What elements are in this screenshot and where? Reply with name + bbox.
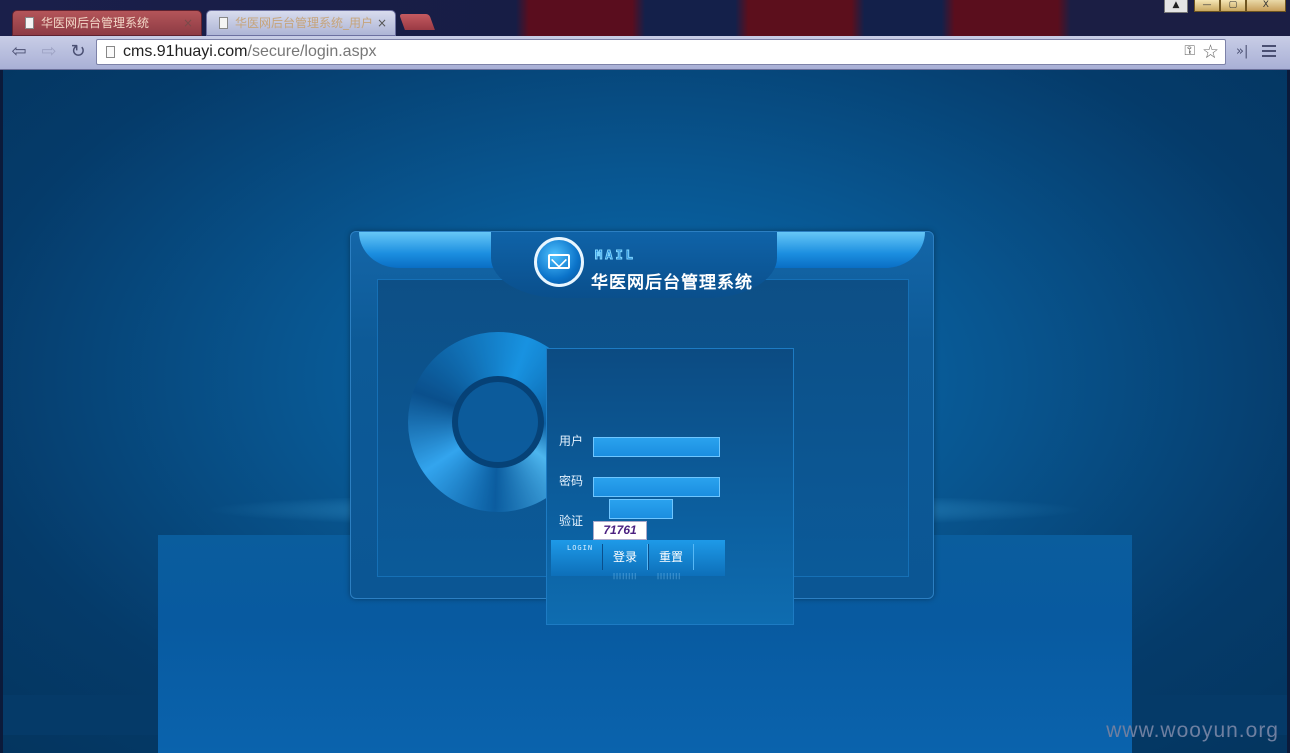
user-profile-button[interactable]: ▲ bbox=[1164, 0, 1188, 13]
password-input[interactable] bbox=[593, 477, 720, 497]
bookmark-star-icon[interactable]: ☆ bbox=[1202, 40, 1219, 64]
key-icon[interactable]: ⚿ bbox=[1184, 43, 1195, 59]
password-label: 密码 bbox=[559, 474, 584, 488]
extensions-chevron-icon[interactable]: »| bbox=[1236, 44, 1248, 59]
mail-logo-text: MAIL bbox=[595, 248, 636, 263]
system-title: 华医网后台管理系统 bbox=[591, 273, 753, 293]
back-arrow-icon[interactable]: ⇦ bbox=[8, 41, 30, 63]
close-icon[interactable]: × bbox=[377, 11, 387, 35]
reset-button[interactable]: 重置 bbox=[648, 544, 694, 570]
new-tab-button[interactable] bbox=[399, 14, 435, 30]
button-decoration: |||||||| bbox=[657, 573, 682, 580]
tab-inactive[interactable]: 华医网后台管理系统 × bbox=[12, 10, 202, 36]
page-icon bbox=[219, 17, 228, 29]
mail-envelope-icon bbox=[534, 237, 584, 287]
tab-label: 华医网后台管理系统 bbox=[41, 16, 150, 30]
window-titlebar: 华医网后台管理系统 × 华医网后台管理系统_用户 × ▲ — ▢ X bbox=[0, 0, 1290, 36]
username-input[interactable] bbox=[593, 437, 720, 457]
button-decoration: |||||||| bbox=[613, 573, 638, 580]
tab-label: 华医网后台管理系统_用户 bbox=[235, 16, 374, 30]
captcha-image[interactable]: 71761 bbox=[593, 521, 647, 540]
watermark: www.wooyun.org bbox=[1106, 719, 1279, 742]
window-close-button[interactable]: X bbox=[1245, 0, 1286, 12]
menu-icon[interactable] bbox=[1262, 45, 1276, 59]
url-host: cms.91huayi.com bbox=[123, 43, 248, 60]
url-text[interactable]: cms.91huayi.com/secure/login.aspx bbox=[123, 40, 376, 64]
login-button[interactable]: 登录 bbox=[602, 544, 648, 570]
username-label: 用户 bbox=[559, 434, 584, 448]
page-icon bbox=[25, 17, 34, 29]
close-icon[interactable]: × bbox=[183, 11, 193, 35]
captcha-input[interactable] bbox=[609, 499, 673, 519]
window-controls: — ▢ X bbox=[1194, 0, 1286, 12]
user-icon: ▲ bbox=[1172, 0, 1180, 10]
forward-arrow-icon[interactable]: ⇨ bbox=[38, 41, 60, 63]
captcha-label: 验证 bbox=[559, 514, 584, 528]
reload-icon[interactable]: ↻ bbox=[67, 41, 89, 63]
url-path: /secure/login.aspx bbox=[247, 43, 377, 60]
browser-toolbar: ⇦ ⇨ ↻ cms.91huayi.com/secure/login.aspx … bbox=[0, 36, 1290, 70]
page-icon bbox=[106, 46, 115, 58]
page-viewport: MAIL 华医网后台管理系统 用户 密码 验证 71761 LOGIN 登录 重… bbox=[3, 70, 1287, 753]
maximize-button[interactable]: ▢ bbox=[1219, 0, 1246, 12]
login-tag: LOGIN bbox=[567, 544, 594, 552]
minimize-button[interactable]: — bbox=[1194, 0, 1220, 12]
address-bar[interactable]: cms.91huayi.com/secure/login.aspx ⚿ ☆ bbox=[96, 39, 1226, 65]
tab-active[interactable]: 华医网后台管理系统_用户 × bbox=[206, 10, 396, 36]
